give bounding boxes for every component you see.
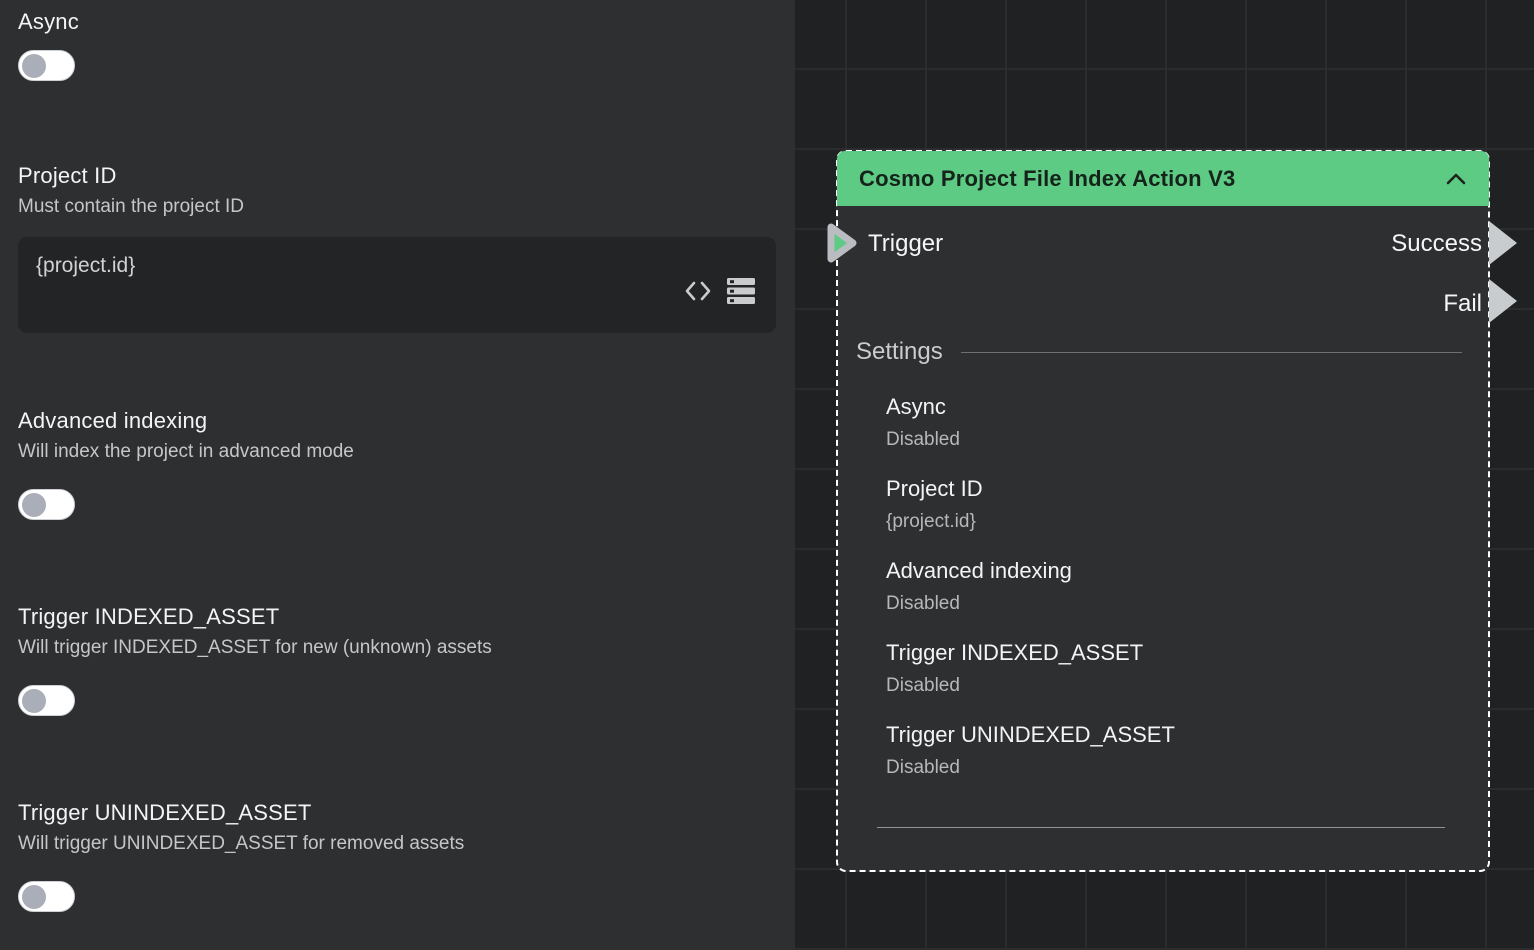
setting-async: Async Disabled <box>886 394 1462 451</box>
setting-value: Disabled <box>886 593 1462 615</box>
project-id-value: {project.id} <box>36 254 135 277</box>
setting-value: Disabled <box>886 429 1462 451</box>
input-port-label: Trigger <box>868 230 943 258</box>
field-trigger-unindexed-asset: Trigger UNINDEXED_ASSET Will trigger UNI… <box>18 799 777 912</box>
node-footer-divider <box>877 827 1445 828</box>
node-cosmo-project-file-index[interactable]: Cosmo Project File Index Action V3 Trigg… <box>836 150 1490 872</box>
setting-trigger-unindexed-asset: Trigger UNINDEXED_ASSET Disabled <box>886 722 1462 779</box>
field-description: Must contain the project ID <box>18 194 777 220</box>
field-label: Advanced indexing <box>18 407 777 435</box>
node-header[interactable]: Cosmo Project File Index Action V3 <box>837 151 1489 206</box>
settings-entries: Async Disabled Project ID {project.id} A… <box>856 394 1462 779</box>
node-settings-section: Settings Async Disabled Project ID {proj… <box>856 338 1462 804</box>
settings-divider <box>961 352 1462 353</box>
setting-value: {project.id} <box>886 511 1462 533</box>
field-project-id: Project ID Must contain the project ID {… <box>18 162 777 333</box>
settings-header: Settings <box>856 338 1462 366</box>
setting-trigger-indexed-asset: Trigger INDEXED_ASSET Disabled <box>886 640 1462 697</box>
trigger-unindexed-asset-toggle[interactable] <box>18 881 75 912</box>
toggle-knob <box>22 885 46 909</box>
variable-list-icon[interactable] <box>726 277 756 305</box>
setting-name: Project ID <box>886 476 1462 502</box>
chevron-up-icon[interactable] <box>1445 172 1467 186</box>
field-trigger-indexed-asset: Trigger INDEXED_ASSET Will trigger INDEX… <box>18 603 777 716</box>
setting-value: Disabled <box>886 675 1462 697</box>
node-title: Cosmo Project File Index Action V3 <box>859 166 1445 192</box>
setting-name: Trigger UNINDEXED_ASSET <box>886 722 1462 748</box>
toggle-knob <box>22 689 46 713</box>
field-label: Async <box>18 8 777 36</box>
output-port-fail[interactable] <box>1489 279 1517 323</box>
field-label: Trigger INDEXED_ASSET <box>18 603 777 631</box>
advanced-indexing-toggle[interactable] <box>18 489 75 520</box>
output-port-success[interactable] <box>1489 221 1517 265</box>
workflow-editor: Async Project ID Must contain the projec… <box>0 0 1534 950</box>
output-port-label-fail: Fail <box>1443 290 1482 318</box>
trigger-indexed-asset-toggle[interactable] <box>18 685 75 716</box>
output-port-label-success: Success <box>1391 230 1482 258</box>
field-description: Will index the project in advanced mode <box>18 439 777 465</box>
code-icon[interactable] <box>684 279 712 303</box>
setting-name: Async <box>886 394 1462 420</box>
setting-advanced-indexing: Advanced indexing Disabled <box>886 558 1462 615</box>
field-label: Project ID <box>18 162 777 190</box>
setting-project-id: Project ID {project.id} <box>886 476 1462 533</box>
setting-value: Disabled <box>886 757 1462 779</box>
field-description: Will trigger INDEXED_ASSET for new (unkn… <box>18 635 777 661</box>
input-port-trigger[interactable] <box>827 220 859 271</box>
setting-name: Advanced indexing <box>886 558 1462 584</box>
field-advanced-indexing: Advanced indexing Will index the project… <box>18 407 777 520</box>
field-async: Async <box>18 8 777 81</box>
input-actions <box>684 277 756 305</box>
field-label: Trigger UNINDEXED_ASSET <box>18 799 777 827</box>
node-config-panel: Async Project ID Must contain the projec… <box>0 0 795 950</box>
setting-name: Trigger INDEXED_ASSET <box>886 640 1462 666</box>
async-toggle[interactable] <box>18 50 75 81</box>
project-id-input[interactable]: {project.id} <box>18 237 776 333</box>
toggle-knob <box>22 493 46 517</box>
settings-title: Settings <box>856 338 943 366</box>
toggle-knob <box>22 54 46 78</box>
field-description: Will trigger UNINDEXED_ASSET for removed… <box>18 831 777 857</box>
